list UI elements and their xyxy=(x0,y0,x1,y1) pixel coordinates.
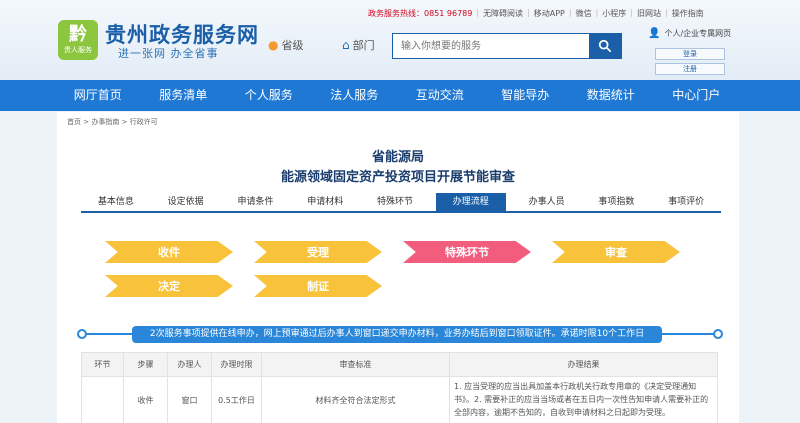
logo-subtext: 贵人服务 xyxy=(64,46,92,54)
process-table: 环节 步骤 办理人 办理时限 审查标准 办理结果 收件 窗口 0.5工作日 材料… xyxy=(81,352,718,423)
nav-item-home[interactable]: 网厅首页 xyxy=(55,80,141,111)
flow-step-accept[interactable]: 受理 xyxy=(254,241,382,263)
building-icon: ⌂ xyxy=(342,38,350,52)
location-selector[interactable]: ● 省级 xyxy=(268,37,303,53)
site-logo[interactable]: 黔 贵人服务 xyxy=(58,20,98,60)
toplink-miniprogram[interactable]: 小程序 xyxy=(602,8,626,19)
search-button[interactable] xyxy=(589,34,621,58)
nav-item-interaction[interactable]: 互动交流 xyxy=(397,80,483,111)
site-slogan: 进一张网 办全省事 xyxy=(118,47,219,60)
department-label: 部门 xyxy=(352,39,375,52)
tab-special-steps[interactable]: 特殊环节 xyxy=(360,193,430,211)
user-area[interactable]: 👤 个人/企业专属网页 xyxy=(648,28,731,39)
tab-index[interactable]: 事项指数 xyxy=(581,193,651,211)
tab-legal-basis[interactable]: 设定依据 xyxy=(151,193,221,211)
department-link[interactable]: ⌂ 部门 xyxy=(342,37,375,53)
timeline-note: 2次服务事项提供在线申办，网上预审通过后办事人到窗口递交申办材料，业务办结后到窗… xyxy=(132,326,662,343)
nav-item-service-list[interactable]: 服务清单 xyxy=(141,80,227,111)
location-label: 省级 xyxy=(281,39,304,52)
table-header-row: 环节 步骤 办理人 办理时限 审查标准 办理结果 xyxy=(81,352,718,377)
top-links: 政务服务热线：0851 96789 | 无障碍阅读 | 移动APP | 微信 |… xyxy=(368,8,704,19)
flow-step-certificate[interactable]: 制证 xyxy=(254,275,382,297)
nav-item-legal-entity[interactable]: 法人服务 xyxy=(312,80,398,111)
cell-handler: 窗口 xyxy=(167,376,212,423)
toplink-guide[interactable]: 操作指南 xyxy=(672,8,704,19)
nav-item-personal[interactable]: 个人服务 xyxy=(226,80,312,111)
cell-standard: 材料齐全符合法定形式 xyxy=(261,376,450,423)
location-pin-icon: ● xyxy=(268,38,279,52)
user-icon: 👤 xyxy=(648,28,661,39)
breadcrumb[interactable]: 首页 > 办事指南 > 行政许可 xyxy=(67,117,158,127)
register-button[interactable]: 注册 xyxy=(655,63,725,75)
col-header-time: 办理时限 xyxy=(211,352,262,377)
nav-item-statistics[interactable]: 数据统计 xyxy=(568,80,654,111)
hotline-text: 政务服务热线：0851 96789 xyxy=(368,9,473,18)
timeline-end-dot xyxy=(713,329,723,339)
col-header-stage: 环节 xyxy=(81,352,124,377)
toplink-mobile-app[interactable]: 移动APP xyxy=(534,8,565,19)
cell-step: 收件 xyxy=(123,376,168,423)
tab-basic-info[interactable]: 基本信息 xyxy=(81,193,151,211)
main-content: 首页 > 办事指南 > 行政许可 省能源局 能源领域固定资产投资项目开展节能审查… xyxy=(57,112,739,423)
flow-step-receive[interactable]: 收件 xyxy=(105,241,233,263)
nav-item-center-portal[interactable]: 中心门户 xyxy=(654,80,740,111)
tab-process[interactable]: 办理流程 xyxy=(435,193,506,211)
department-title: 省能源局 xyxy=(371,150,424,165)
login-button[interactable]: 登录 xyxy=(655,48,725,60)
timeline-start-dot xyxy=(77,329,87,339)
flow-step-special[interactable]: 特殊环节 xyxy=(403,241,531,263)
user-label: 个人/企业专属网页 xyxy=(664,29,732,38)
tab-conditions[interactable]: 申请条件 xyxy=(221,193,291,211)
search-bar xyxy=(392,33,622,59)
cell-result: 1. 应当受理的应当出具加盖本行政机关行政专用章的《决定受理通知书》。2. 需要… xyxy=(449,376,718,423)
tab-evaluation[interactable]: 事项评价 xyxy=(651,193,721,211)
table-row: 收件 窗口 0.5工作日 材料齐全符合法定形式 1. 应当受理的应当出具加盖本行… xyxy=(81,376,718,423)
tab-materials[interactable]: 申请材料 xyxy=(290,193,360,211)
search-icon xyxy=(598,39,612,53)
toplink-accessibility[interactable]: 无障碍阅读 xyxy=(483,8,523,19)
main-nav: 网厅首页 服务清单 个人服务 法人服务 互动交流 智能导办 数据统计 中心门户 xyxy=(0,80,800,111)
flow-step-decision[interactable]: 决定 xyxy=(105,275,233,297)
col-header-step: 步骤 xyxy=(123,352,168,377)
search-input[interactable] xyxy=(393,34,589,58)
flow-step-review[interactable]: 审查 xyxy=(552,241,680,263)
cell-stage xyxy=(81,376,124,423)
col-header-handler: 办理人 xyxy=(167,352,212,377)
cell-time: 0.5工作日 xyxy=(211,376,262,423)
toplink-wechat[interactable]: 微信 xyxy=(576,8,592,19)
logo-glyph: 黔 xyxy=(69,24,87,45)
tab-staff[interactable]: 办事人员 xyxy=(512,193,582,211)
nav-item-smart-guide[interactable]: 智能导办 xyxy=(483,80,569,111)
site-header: 黔 贵人服务 贵州政务服务网 进一张网 办全省事 ● 省级 ⌂ 部门 政务服务热… xyxy=(0,0,800,80)
item-title: 能源领域固定资产投资项目开展节能审查 xyxy=(280,170,515,185)
col-header-result: 办理结果 xyxy=(449,352,718,377)
toplink-old-site[interactable]: 旧网站 xyxy=(637,8,661,19)
detail-tabs: 基本信息 设定依据 申请条件 申请材料 特殊环节 办理流程 办事人员 事项指数 … xyxy=(81,193,721,213)
col-header-standard: 审查标准 xyxy=(261,352,450,377)
